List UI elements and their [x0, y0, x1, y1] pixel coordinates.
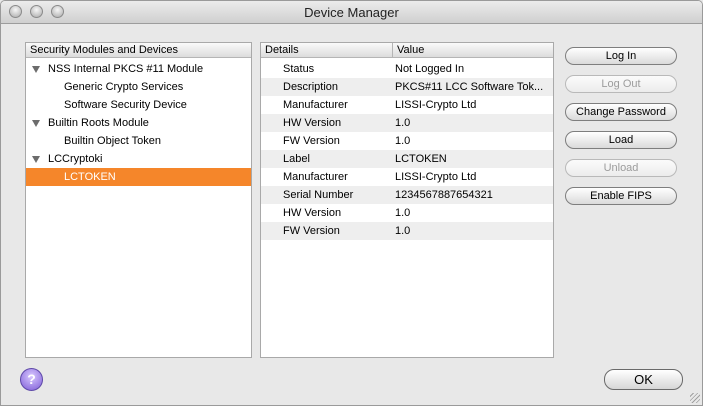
- load-button[interactable]: Load: [565, 131, 677, 149]
- disclosure-triangle-icon[interactable]: [32, 120, 40, 127]
- security-modules-tree[interactable]: Security Modules and Devices NSS Interna…: [25, 42, 252, 358]
- table-row[interactable]: Serial Number 1234567887654321: [261, 186, 553, 204]
- log-out-button[interactable]: Log Out: [565, 75, 677, 93]
- tree-item-lctoken[interactable]: LCTOKEN: [26, 168, 251, 186]
- table-row[interactable]: Manufacturer LISSI-Crypto Ltd: [261, 96, 553, 114]
- column-header-value[interactable]: Value: [393, 43, 553, 58]
- table-row[interactable]: HW Version 1.0: [261, 204, 553, 222]
- window-title: Device Manager: [304, 5, 399, 20]
- resize-grip-icon[interactable]: [690, 393, 700, 403]
- table-row[interactable]: Status Not Logged In: [261, 60, 553, 78]
- tree-item-software-security-device[interactable]: Software Security Device: [26, 96, 251, 114]
- tree-item-nss-internal-module[interactable]: NSS Internal PKCS #11 Module: [26, 60, 251, 78]
- enable-fips-button[interactable]: Enable FIPS: [565, 187, 677, 205]
- disclosure-triangle-icon[interactable]: [32, 66, 40, 73]
- disclosure-triangle-icon[interactable]: [32, 156, 40, 163]
- column-header-details[interactable]: Details: [261, 43, 393, 58]
- tree-header[interactable]: Security Modules and Devices: [26, 43, 251, 58]
- device-manager-window: Device Manager Security Modules and Devi…: [0, 0, 703, 406]
- table-row[interactable]: Label LCTOKEN: [261, 150, 553, 168]
- table-row[interactable]: FW Version 1.0: [261, 222, 553, 240]
- table-row[interactable]: Description PKCS#11 LCC Software Tok...: [261, 78, 553, 96]
- help-icon[interactable]: ?: [20, 368, 43, 391]
- ok-button[interactable]: OK: [604, 369, 683, 390]
- title-bar: Device Manager: [1, 1, 702, 24]
- details-table[interactable]: Details Value Status Not Logged In Descr…: [260, 42, 554, 358]
- tree-item-builtin-roots-module[interactable]: Builtin Roots Module: [26, 114, 251, 132]
- log-in-button[interactable]: Log In: [565, 47, 677, 65]
- change-password-button[interactable]: Change Password: [565, 103, 677, 121]
- tree-item-lccryptoki[interactable]: LCCryptoki: [26, 150, 251, 168]
- tree-item-generic-crypto-services[interactable]: Generic Crypto Services: [26, 78, 251, 96]
- unload-button[interactable]: Unload: [565, 159, 677, 177]
- tree-item-builtin-object-token[interactable]: Builtin Object Token: [26, 132, 251, 150]
- table-row[interactable]: HW Version 1.0: [261, 114, 553, 132]
- table-row[interactable]: FW Version 1.0: [261, 132, 553, 150]
- table-row[interactable]: Manufacturer LISSI-Crypto Ltd: [261, 168, 553, 186]
